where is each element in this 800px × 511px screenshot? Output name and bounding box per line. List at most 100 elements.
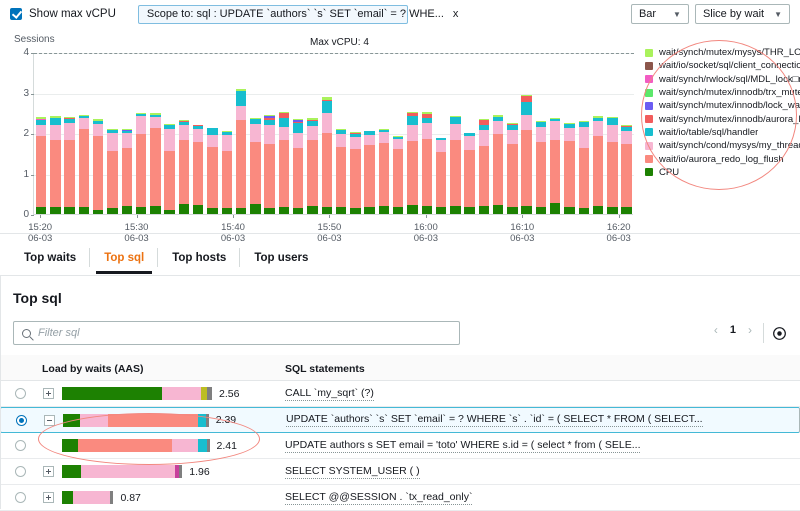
panel-toolbar: Filter sql ‹ 1 › (0, 321, 800, 351)
sql-statement-link[interactable]: UPDATE authors s SET email = 'toto' WHER… (285, 439, 640, 453)
tab-top-waits[interactable]: Top waits (10, 241, 90, 274)
load-bar-segment (207, 387, 212, 400)
collapse-row-toggle[interactable] (44, 415, 55, 426)
show-max-vcpu-checkbox[interactable]: Show max vCPU (10, 8, 116, 20)
chart-bar[interactable] (248, 52, 262, 214)
chart-bar[interactable] (205, 52, 219, 214)
chart-bar[interactable] (105, 52, 119, 214)
table-row[interactable]: 2.39UPDATE `authors` `s` SET `email` = ?… (0, 407, 800, 433)
chart-bar[interactable] (448, 52, 462, 214)
chart-bar[interactable] (434, 52, 448, 214)
chart-bar[interactable] (148, 52, 162, 214)
chart-bar[interactable] (591, 52, 605, 214)
chart-bar[interactable] (391, 52, 405, 214)
sql-statement-link[interactable]: CALL `my_sqrt` (?) (285, 387, 374, 401)
chart-bar[interactable] (562, 52, 576, 214)
chart-bar[interactable] (334, 52, 348, 214)
chart-bar[interactable] (362, 52, 376, 214)
chart-bar[interactable] (505, 52, 519, 214)
chart-bar[interactable] (134, 52, 148, 214)
expand-row-toggle[interactable] (43, 492, 54, 503)
chart-bar[interactable] (420, 52, 434, 214)
chart-bar[interactable] (77, 52, 91, 214)
bar-segment (521, 115, 531, 130)
chart-bar[interactable] (577, 52, 591, 214)
bar-segment (579, 148, 589, 208)
legend-item[interactable]: wait/synch/rwlock/sql/MDL_lock□rwl (645, 73, 800, 86)
bar-segment (279, 127, 289, 140)
checkbox-checked-icon[interactable] (10, 8, 22, 20)
chart-bar[interactable] (605, 52, 619, 214)
page-number[interactable]: 1 (730, 324, 736, 336)
tab-label: Top sql (104, 252, 144, 264)
x-tick-mark (40, 215, 41, 218)
row-select-radio[interactable] (15, 466, 26, 477)
chart-bar[interactable] (63, 52, 77, 214)
sql-statement-link[interactable]: UPDATE `authors` `s` SET `email` = ? WHE… (286, 413, 703, 427)
chart-bar[interactable] (534, 52, 548, 214)
table-row[interactable]: 0.87SELECT @@SESSION . `tx_read_only` (0, 485, 800, 511)
chart-bar[interactable] (34, 52, 48, 214)
chart-bar[interactable] (277, 52, 291, 214)
prev-page-icon[interactable]: ‹ (714, 323, 718, 337)
chart-bar[interactable] (477, 52, 491, 214)
next-page-icon[interactable]: › (748, 323, 752, 337)
chart-bar[interactable] (91, 52, 105, 214)
filter-sql-input[interactable]: Filter sql (13, 321, 460, 345)
chart-bar[interactable] (491, 52, 505, 214)
slice-by-select[interactable]: Slice by wait ▼ (695, 4, 790, 24)
bar-segment (79, 207, 89, 214)
scope-filter-remove-icon[interactable]: x (453, 8, 459, 20)
chart-bar[interactable] (177, 52, 191, 214)
row-select-radio[interactable] (15, 388, 26, 399)
legend-item[interactable]: CPU (645, 166, 800, 179)
chart-bar[interactable] (120, 52, 134, 214)
bar-segment (107, 151, 117, 208)
chart-bar[interactable] (220, 52, 234, 214)
legend-item[interactable]: wait/io/aurora_redo_log_flush (645, 152, 800, 165)
legend-item[interactable]: wait/io/table/sql/handler (645, 126, 800, 139)
chart-type-select[interactable]: Bar ▼ (631, 4, 689, 24)
legend-item[interactable]: wait/synch/mutex/innodb/lock_wait_m (645, 99, 800, 112)
chart-bar[interactable] (191, 52, 205, 214)
expand-row-toggle[interactable] (43, 388, 54, 399)
legend-item[interactable]: wait/synch/mutex/innodb/aurora_lock (645, 112, 800, 125)
legend-item[interactable]: wait/synch/mutex/innodb/trx_mutex (645, 86, 800, 99)
chart-bar[interactable] (520, 52, 534, 214)
chart-bar[interactable] (163, 52, 177, 214)
row-select-radio[interactable] (16, 415, 27, 426)
chart-bar[interactable] (263, 52, 277, 214)
load-by-waits-bar (63, 414, 209, 427)
table-row[interactable]: 1.96SELECT SYSTEM_USER ( ) (0, 459, 800, 485)
legend-item[interactable]: wait/synch/mutex/mysys/THR_LOCK□mu (645, 46, 800, 59)
bar-segment (293, 148, 303, 207)
table-row[interactable]: 2.41UPDATE authors s SET email = 'toto' … (0, 433, 800, 459)
chart-bar[interactable] (620, 52, 634, 214)
legend-item[interactable]: wait/io/socket/sql/client_connectio (645, 59, 800, 72)
bar-segment (122, 148, 132, 206)
chart-bar[interactable] (405, 52, 419, 214)
tab-top-sql[interactable]: Top sql (90, 241, 158, 274)
row-select-radio[interactable] (15, 492, 26, 503)
chart-bar[interactable] (291, 52, 305, 214)
scope-filter-pill[interactable]: Scope to: sql : UPDATE `authors` `s` SET… (138, 5, 408, 24)
chart-bar[interactable] (305, 52, 319, 214)
chart-bar[interactable] (48, 52, 62, 214)
tab-top-users[interactable]: Top users (240, 241, 322, 274)
expand-row-toggle[interactable] (43, 466, 54, 477)
settings-gear-button[interactable] (768, 322, 790, 344)
sql-statement-link[interactable]: SELECT SYSTEM_USER ( ) (285, 465, 420, 479)
chart-bar[interactable] (377, 52, 391, 214)
table-row[interactable]: 2.56CALL `my_sqrt` (?) (0, 381, 800, 407)
row-select-radio[interactable] (15, 440, 26, 451)
panel-left-border (0, 275, 1, 509)
legend-item[interactable]: wait/synch/cond/mysys/my_thread_var (645, 139, 800, 152)
sql-statement-link[interactable]: SELECT @@SESSION . `tx_read_only` (285, 491, 472, 505)
bar-segment (621, 207, 631, 214)
chart-bar[interactable] (462, 52, 476, 214)
chart-bar[interactable] (320, 52, 334, 214)
chart-bar[interactable] (548, 52, 562, 214)
chart-bar[interactable] (234, 52, 248, 214)
tab-top-hosts[interactable]: Top hosts (158, 241, 240, 274)
chart-bar[interactable] (348, 52, 362, 214)
